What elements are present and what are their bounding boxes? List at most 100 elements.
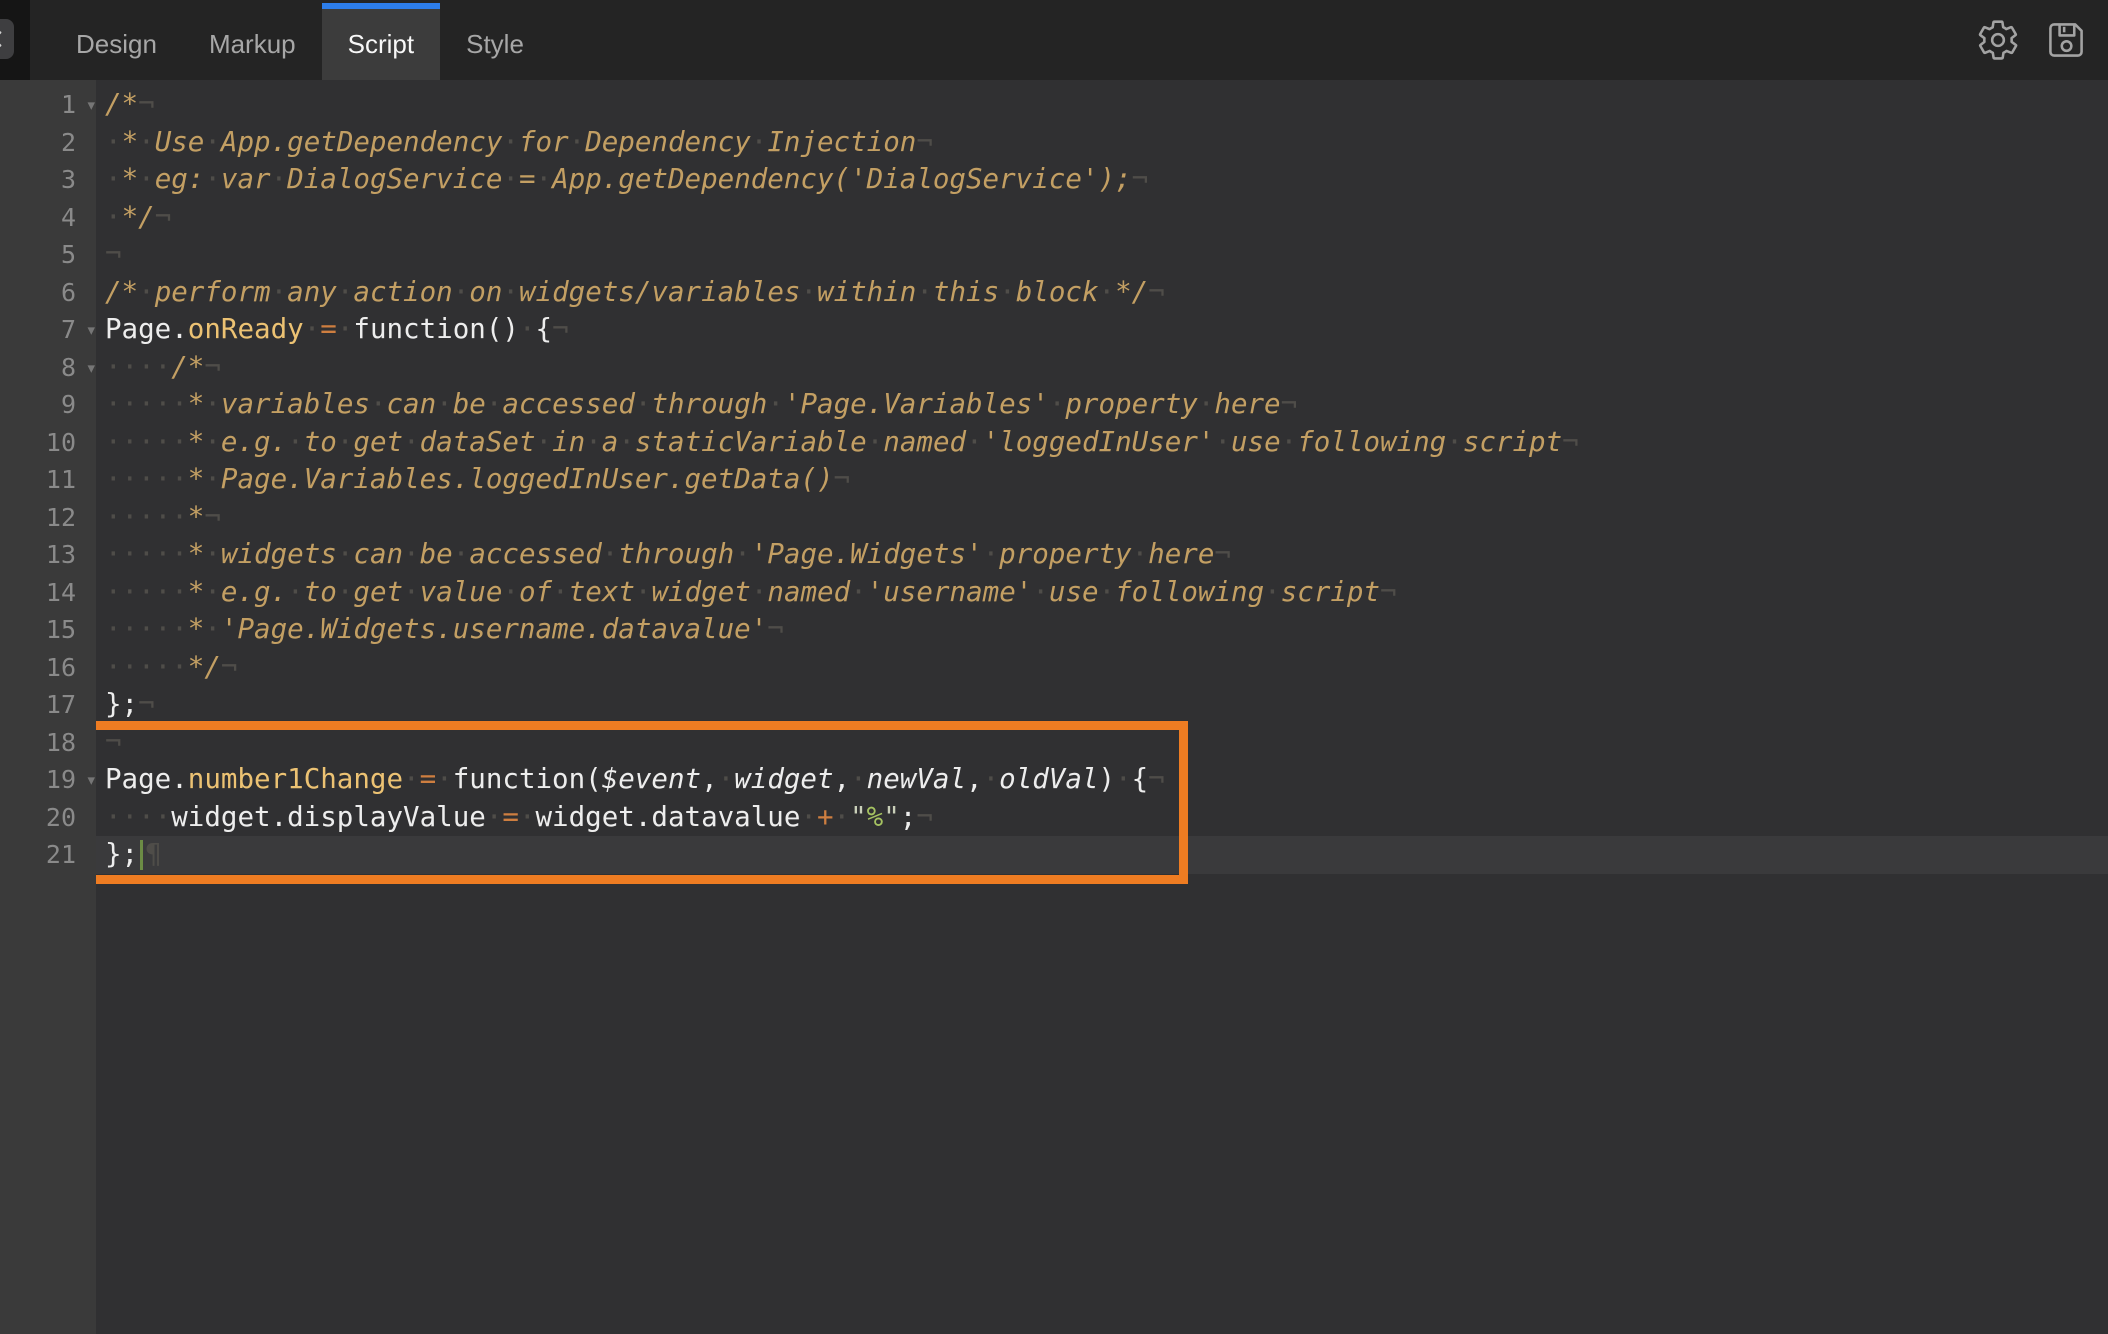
code-line[interactable]: ·····*/¬ xyxy=(96,649,2108,687)
code-token: perform xyxy=(155,276,271,308)
code-line[interactable]: ·*·Use·App.getDependency·for·Dependency·… xyxy=(96,124,2108,162)
code-token: /* xyxy=(105,88,138,120)
code-token: script xyxy=(1281,576,1380,608)
code-token: function() xyxy=(353,313,519,345)
gutter-row[interactable]: 20 xyxy=(0,799,96,837)
whitespace-marker: · xyxy=(767,388,784,420)
code-token: can xyxy=(353,538,403,570)
gutter-row[interactable]: 14 xyxy=(0,574,96,612)
gutter-row[interactable]: 6 xyxy=(0,274,96,312)
toolbar-actions xyxy=(1976,0,2108,80)
code-line[interactable]: ····widget.displayValue·=·widget.dataval… xyxy=(96,799,2108,837)
gutter-row[interactable]: 8▾ xyxy=(0,349,96,387)
code-line[interactable]: ·····*·Page.Variables.loggedInUser.getDa… xyxy=(96,461,2108,499)
gutter-row[interactable]: 10 xyxy=(0,424,96,462)
whitespace-marker: · xyxy=(1099,576,1116,608)
whitespace-marker: · xyxy=(105,201,122,233)
gutter-row[interactable]: 2 xyxy=(0,124,96,162)
code-line[interactable]: ·····*¬ xyxy=(96,499,2108,537)
code-token: Injection xyxy=(767,126,916,158)
whitespace-marker: · xyxy=(403,426,420,458)
whitespace-marker: · xyxy=(569,126,586,158)
gutter-row[interactable]: 18 xyxy=(0,724,96,762)
code-token: number1Change xyxy=(188,763,403,795)
tab-design[interactable]: Design xyxy=(50,3,183,80)
code-editor: 1▾2 3 4567▾8▾ 9 1011121314151617 18 19▾2021 /*… xyxy=(0,80,2108,1334)
code-token: oldVal xyxy=(999,763,1098,795)
whitespace-marker: · xyxy=(502,163,519,195)
gutter-row[interactable]: 15 xyxy=(0,611,96,649)
whitespace-marker: · xyxy=(800,801,817,833)
code-line[interactable]: ·*/¬ xyxy=(96,199,2108,237)
whitespace-marker: · xyxy=(536,426,553,458)
line-number: 9 xyxy=(61,390,76,419)
whitespace-marker: · xyxy=(1132,538,1149,570)
fold-arrow-icon[interactable]: ▾ xyxy=(87,87,95,125)
line-number: 3 xyxy=(61,165,76,194)
save-floppy-icon xyxy=(2044,18,2088,62)
code-token: to xyxy=(304,426,337,458)
eol-marker: ¬ xyxy=(105,726,122,758)
whitespace-marker: · xyxy=(204,538,221,570)
code-token: " xyxy=(883,801,900,833)
code-line[interactable]: ¬ xyxy=(96,724,2108,762)
whitespace-marker: ····· xyxy=(105,426,188,458)
code-line[interactable]: };¬ xyxy=(96,686,2108,724)
eol-marker: ¬ xyxy=(834,463,851,495)
fold-arrow-icon[interactable]: ▾ xyxy=(87,350,95,388)
code-token: e.g. xyxy=(221,576,287,608)
gutter-row[interactable]: 3 xyxy=(0,161,96,199)
back-button[interactable] xyxy=(0,19,14,59)
tab-markup[interactable]: Markup xyxy=(183,3,322,80)
tab-script[interactable]: Script xyxy=(322,3,440,80)
gutter-row[interactable]: 7▾ xyxy=(0,311,96,349)
code-token: function( xyxy=(453,763,602,795)
code-line[interactable]: /*¬ xyxy=(96,86,2108,124)
gutter-row[interactable]: 16 xyxy=(0,649,96,687)
code-line[interactable]: /*·perform·any·action·on·widgets/variabl… xyxy=(96,274,2108,312)
code-line[interactable]: ·····*·'Page.Widgets.username.datavalue'… xyxy=(96,611,2108,649)
code-line[interactable]: };¶ xyxy=(96,836,2108,874)
code-line[interactable]: ·*·eg:·var·DialogService·=·App.getDepend… xyxy=(96,161,2108,199)
code-token: $event xyxy=(602,763,701,795)
code-token: any xyxy=(287,276,337,308)
code-token: = xyxy=(420,763,437,795)
code-line[interactable]: Page.onReady·=·function()·{¬ xyxy=(96,311,2108,349)
code-line[interactable]: ·····*·widgets·can·be·accessed·through·'… xyxy=(96,536,2108,574)
save-button[interactable] xyxy=(2044,17,2090,63)
tab-style[interactable]: Style xyxy=(440,3,550,80)
code-token: variables xyxy=(221,388,370,420)
code-token: newVal xyxy=(867,763,966,795)
fold-arrow-icon[interactable]: ▾ xyxy=(87,312,95,350)
code-line[interactable]: ·····*·variables·can·be·accessed·through… xyxy=(96,386,2108,424)
code-line[interactable]: ·····*·e.g.·to·get·dataSet·in·a·staticVa… xyxy=(96,424,2108,462)
gutter-row[interactable]: 13 xyxy=(0,536,96,574)
code-line[interactable]: Page.number1Change·=·function($event,·wi… xyxy=(96,761,2108,799)
gutter-row[interactable]: 17 xyxy=(0,686,96,724)
gutter-row[interactable]: 12 xyxy=(0,499,96,537)
code-token: property xyxy=(999,538,1131,570)
editor-toolbar: DesignMarkupScriptStyle xyxy=(0,0,2108,80)
gutter-row[interactable]: 5 xyxy=(0,236,96,274)
code-token: * xyxy=(188,388,205,420)
code-area[interactable]: /*¬·*·Use·App.getDependency·for·Dependen… xyxy=(96,80,2108,1334)
gutter-row[interactable]: 1▾ xyxy=(0,86,96,124)
whitespace-marker: · xyxy=(966,426,983,458)
eol-marker: ¬ xyxy=(1148,276,1165,308)
whitespace-marker: · xyxy=(552,576,569,608)
whitespace-marker: · xyxy=(1099,276,1116,308)
code-line[interactable]: ¬ xyxy=(96,236,2108,274)
gutter-row[interactable]: 19▾ xyxy=(0,761,96,799)
gutter-row[interactable]: 9 xyxy=(0,386,96,424)
code-token: widgets xyxy=(221,538,337,570)
code-token: = xyxy=(320,313,337,345)
code-line[interactable]: ····/*¬ xyxy=(96,349,2108,387)
text-cursor xyxy=(140,840,143,870)
fold-arrow-icon[interactable]: ▾ xyxy=(87,762,95,800)
settings-button[interactable] xyxy=(1976,17,2022,63)
gutter-row[interactable]: 4 xyxy=(0,199,96,237)
gutter-row[interactable]: 11 xyxy=(0,461,96,499)
code-line[interactable]: ·····*·e.g.·to·get·value·of·text·widget·… xyxy=(96,574,2108,612)
gutter-row[interactable]: 21 xyxy=(0,836,96,874)
line-number: 18 xyxy=(46,728,76,757)
